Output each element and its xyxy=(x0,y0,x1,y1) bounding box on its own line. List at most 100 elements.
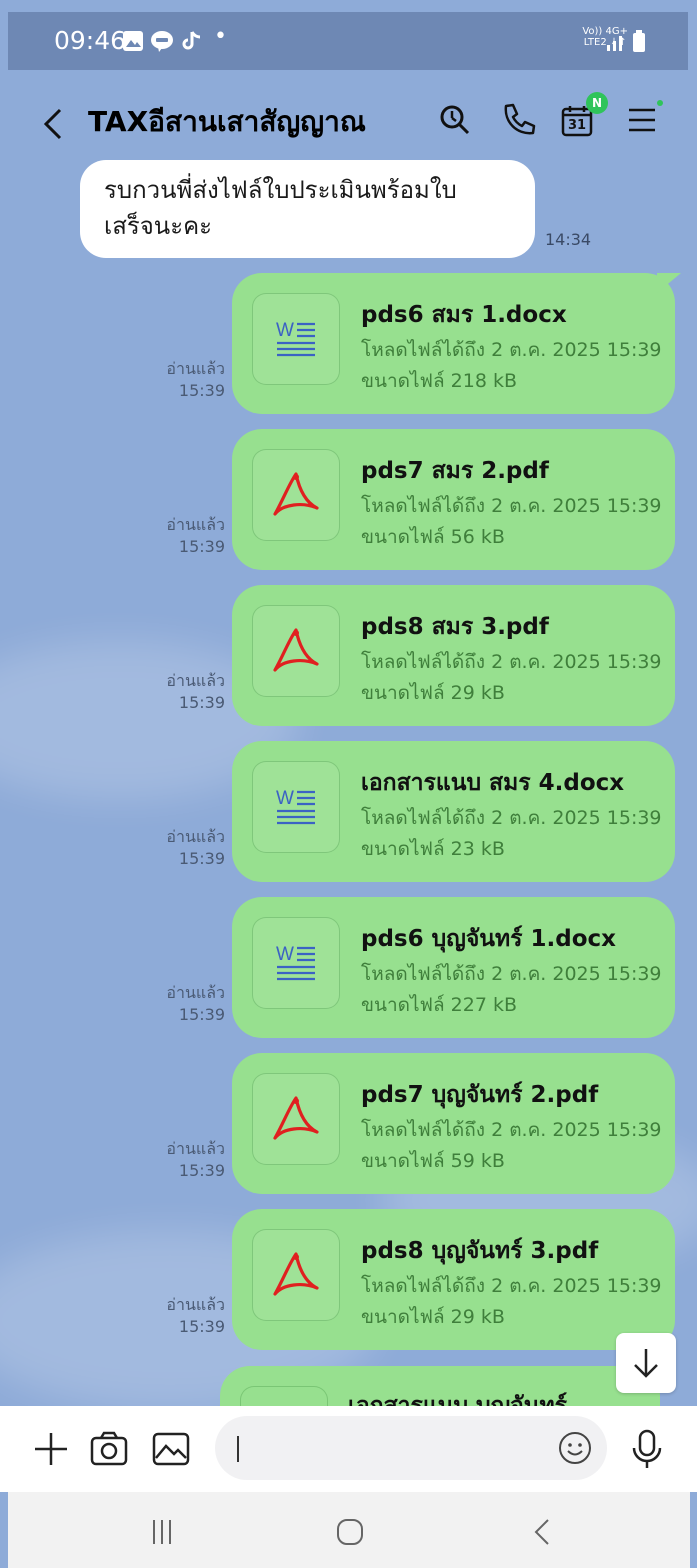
back-button[interactable] xyxy=(38,104,70,144)
file-message[interactable]: pds7 บุญจันทร์ 2.pdf โหลดไฟล์ได้ถึง 2 ต.ค… xyxy=(232,1053,675,1194)
file-name: pds7 บุญจันทร์ 2.pdf xyxy=(361,1082,599,1108)
file-name: pds7 สมร 2.pdf xyxy=(361,458,549,484)
read-receipt: อ่านแล้ว 15:39 xyxy=(166,1294,225,1338)
file-expiry: โหลดไฟล์ได้ถึง 2 ต.ค. 2025 15:39 xyxy=(361,339,662,361)
message-text-field[interactable] xyxy=(243,1430,547,1468)
camera-icon[interactable] xyxy=(88,1428,130,1470)
file-icon-box xyxy=(252,1073,340,1165)
svg-text:W: W xyxy=(276,788,294,809)
calendar-button[interactable]: 31 N xyxy=(560,92,608,144)
line-app-icon xyxy=(151,31,173,52)
recent-apps-icon[interactable] xyxy=(142,1512,182,1552)
phone-call-icon[interactable] xyxy=(498,100,538,140)
image-icon[interactable] xyxy=(150,1428,192,1470)
read-label: อ่านแล้ว xyxy=(166,827,225,846)
svg-text:W: W xyxy=(276,944,294,965)
word-file-icon: W xyxy=(276,320,315,357)
word-file-icon: W xyxy=(276,944,315,981)
message-text: รบกวนพี่ส่งไฟล์ใบประเมินพร้อมใบ เสร็จนะค… xyxy=(104,172,457,244)
file-message[interactable]: Wpds6 บุญจันทร์ 1.docx โหลดไฟล์ได้ถึง 2 ต… xyxy=(232,897,675,1038)
status-bar: 09:46 • Vo)) 4G+ LTE2 ↓↑ xyxy=(8,12,688,70)
file-expiry: โหลดไฟล์ได้ถึง 2 ต.ค. 2025 15:39 xyxy=(361,807,662,829)
gallery-icon xyxy=(123,31,143,51)
read-receipt: อ่านแล้ว 15:39 xyxy=(166,514,225,558)
emoji-icon[interactable] xyxy=(557,1430,593,1466)
back-nav-icon[interactable] xyxy=(522,1512,562,1552)
microphone-icon[interactable] xyxy=(626,1428,668,1470)
pdf-file-icon xyxy=(273,472,319,516)
tiktok-icon xyxy=(182,31,201,50)
file-size: ขนาดไฟล์ 23 kB xyxy=(361,838,505,860)
home-icon[interactable] xyxy=(330,1512,370,1552)
file-expiry: โหลดไฟล์ได้ถึง 2 ต.ค. 2025 15:39 xyxy=(361,495,662,517)
message-time: 15:39 xyxy=(178,1005,225,1024)
pdf-file-icon xyxy=(273,1252,319,1296)
file-message[interactable]: pds8 บุญจันทร์ 3.pdf โหลดไฟล์ได้ถึง 2 ต.ค… xyxy=(232,1209,675,1350)
chat-title[interactable]: TAXอีสานเสาสัญญาณ xyxy=(88,100,366,144)
file-size: ขนาดไฟล์ 59 kB xyxy=(361,1150,505,1172)
read-label: อ่านแล้ว xyxy=(166,671,225,690)
file-icon-box xyxy=(252,605,340,697)
read-label: อ่านแล้ว xyxy=(166,359,225,378)
file-icon-box xyxy=(252,449,340,541)
arrow-down-icon xyxy=(634,1349,658,1378)
scroll-down-button[interactable] xyxy=(616,1333,676,1393)
file-message[interactable]: Wpds6 สมร 1.docx โหลดไฟล์ได้ถึง 2 ต.ค. 20… xyxy=(232,273,681,414)
read-label: อ่านแล้ว xyxy=(166,1139,225,1158)
read-label: อ่านแล้ว xyxy=(166,983,225,1002)
read-receipt: อ่านแล้ว 15:39 xyxy=(166,826,225,870)
pdf-file-icon xyxy=(273,1096,319,1140)
pdf-file-icon xyxy=(273,628,319,672)
file-expiry: โหลดไฟล์ได้ถึง 2 ต.ค. 2025 15:39 xyxy=(361,651,662,673)
file-name: เอกสารแนบ สมร 4.docx xyxy=(361,770,625,796)
svg-text:W: W xyxy=(276,320,294,341)
plus-icon[interactable] xyxy=(30,1428,72,1470)
status-time: 09:46 xyxy=(54,26,127,55)
notification-dot: • xyxy=(214,24,227,49)
file-name: pds6 บุญจันทร์ 1.docx xyxy=(361,926,617,952)
read-receipt: อ่านแล้ว 15:39 xyxy=(166,1138,225,1182)
file-message[interactable]: pds8 สมร 3.pdf โหลดไฟล์ได้ถึง 2 ต.ค. 2025… xyxy=(232,585,675,726)
file-expiry: โหลดไฟล์ได้ถึง 2 ต.ค. 2025 15:39 xyxy=(361,1119,662,1141)
message-time: 15:39 xyxy=(178,1317,225,1336)
file-icon-box xyxy=(252,1229,340,1321)
read-label: อ่านแล้ว xyxy=(166,1295,225,1314)
chat-header: TAXอีสานเสาสัญญาณ 31 N xyxy=(8,72,688,162)
file-message[interactable]: W เอกสารแนบ สมร 4.docx โหลดไฟล์ได้ถึง 2 ต.… xyxy=(232,741,675,882)
message-time: 15:39 xyxy=(178,537,225,556)
battery-icon xyxy=(633,30,645,52)
message-time: 15:39 xyxy=(178,381,225,400)
file-expiry: โหลดไฟล์ได้ถึง 2 ต.ค. 2025 15:39 xyxy=(361,963,662,985)
read-receipt: อ่านแล้ว 15:39 xyxy=(166,982,225,1026)
file-name: pds6 สมร 1.docx xyxy=(361,302,567,328)
message-input-bar xyxy=(0,1406,697,1492)
file-size: ขนาดไฟล์ 29 kB xyxy=(361,1306,505,1328)
file-size: ขนาดไฟล์ 29 kB xyxy=(361,682,505,704)
message-line: รบกวนพี่ส่งไฟล์ใบประเมินพร้อมใบ xyxy=(104,176,457,204)
file-icon-box: W xyxy=(252,761,340,853)
read-receipt: อ่านแล้ว 15:39 xyxy=(166,670,225,714)
file-name: pds8 บุญจันทร์ 3.pdf xyxy=(361,1238,599,1264)
file-message[interactable]: pds7 สมร 2.pdf โหลดไฟล์ได้ถึง 2 ต.ค. 2025… xyxy=(232,429,675,570)
message-time: 15:39 xyxy=(178,849,225,868)
read-label: อ่านแล้ว xyxy=(166,515,225,534)
menu-icon[interactable] xyxy=(623,100,663,140)
signal-icon xyxy=(607,36,622,51)
read-receipt: อ่านแล้ว 15:39 xyxy=(166,358,225,402)
text-caret xyxy=(237,1436,239,1462)
file-size: ขนาดไฟล์ 227 kB xyxy=(361,994,518,1016)
incoming-message[interactable]: รบกวนพี่ส่งไฟล์ใบประเมินพร้อมใบ เสร็จนะค… xyxy=(80,160,535,258)
search-icon[interactable] xyxy=(435,100,475,140)
file-size: ขนาดไฟล์ 56 kB xyxy=(361,526,505,548)
file-expiry: โหลดไฟล์ได้ถึง 2 ต.ค. 2025 15:39 xyxy=(361,1275,662,1297)
calendar-day: 31 xyxy=(568,118,587,133)
message-line: เสร็จนะคะ xyxy=(104,212,213,240)
message-input[interactable] xyxy=(215,1416,607,1480)
chat-screen: 09:46 • Vo)) 4G+ LTE2 ↓↑ TAXอีสานเสาสัญญ… xyxy=(0,0,697,1568)
system-navigation-bar xyxy=(8,1492,690,1568)
bubble-tail xyxy=(657,273,681,293)
file-name: pds8 สมร 3.pdf xyxy=(361,614,549,640)
new-badge: N xyxy=(586,92,608,114)
message-time: 14:34 xyxy=(545,230,592,249)
file-size: ขนาดไฟล์ 218 kB xyxy=(361,370,518,392)
